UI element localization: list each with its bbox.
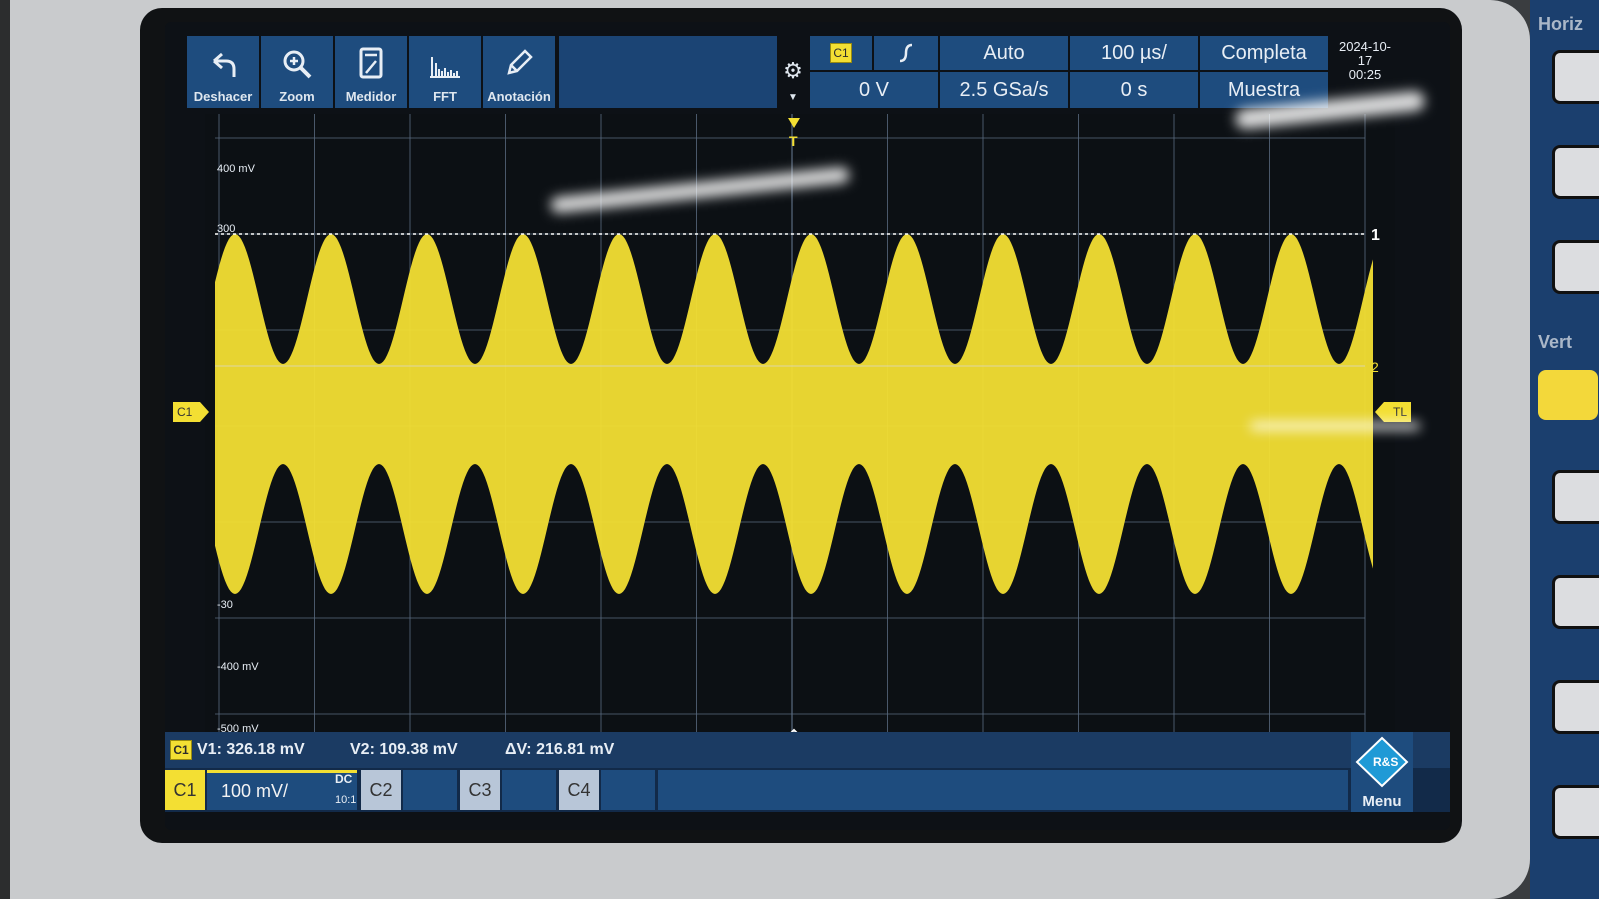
rising-edge-icon [899,43,913,63]
trigger-position-label: T [789,133,798,149]
waveform-plot[interactable]: -500 µs-400 µs-300 µs-200 µs-100 µs0 s10… [205,114,1395,744]
time-scale[interactable]: 100 µs/ [1070,36,1198,70]
measurement-source-badge: C1 [170,740,192,760]
trigger-mode[interactable]: Auto [940,36,1068,70]
cursor-v1-value: V1: 326.18 mV [197,741,305,758]
zoom-button[interactable]: Zoom [261,36,333,108]
date-text: 2024-10-17 [1338,39,1392,68]
hardware-button[interactable] [1552,785,1599,839]
cursor-2-label: 2 [1371,359,1379,375]
trigger-source-badge: C1 [830,43,852,63]
hardware-button[interactable] [1552,470,1599,524]
channel-1-coupling: DC [335,772,353,786]
cursor-measurement-bar: C1 V1: 326.18 mV V2: 109.38 mV ΔV: 216.8… [165,732,1450,768]
hardware-button[interactable] [1552,50,1599,104]
hardware-button[interactable] [1552,145,1599,199]
undo-label: Deshacer [193,89,253,104]
settings-gear-icon[interactable]: ⚙ [781,58,805,86]
meter-label: Medidor [345,89,397,104]
channel-4-scale[interactable] [601,770,655,810]
channel-1-offset-marker[interactable]: C1 [173,402,209,422]
trigger-slope-cell[interactable] [874,36,938,70]
rs-logo-icon: R&S [1355,736,1409,788]
toolbar: Deshacer Zoom Medidor FFT Anotación [187,36,557,110]
y-tick-label: 400 mV [217,163,256,175]
horizontal-label: Horiz [1538,14,1583,34]
cursor-delta-value: ΔV: 216.81 mV [505,741,615,758]
zoom-label: Zoom [279,89,315,104]
channel-2-scale[interactable] [403,770,457,810]
y-tick-label: -30 [217,599,233,611]
channel-4-tab[interactable]: C4 [559,770,599,810]
hardware-button[interactable] [1552,240,1599,294]
chevron-down-icon: ▼ [788,92,798,103]
fft-button[interactable]: FFT [409,36,481,108]
menu-button[interactable]: R&S Menu [1351,732,1413,812]
trigger-info-panel: C1 Auto 100 µs/ Completa 0 V 2.5 GSa/s 0… [810,36,1330,110]
channel-hardware-button[interactable] [1538,370,1598,420]
toolbar-spacer [559,36,777,108]
channel-2-tab[interactable]: C2 [361,770,401,810]
menu-label: Menu [1362,793,1402,810]
fft-icon [430,57,460,78]
channel-1-probe: 10:1 [335,794,357,806]
trigger-level[interactable]: 0 V [810,72,938,108]
hardware-button[interactable] [1552,575,1599,629]
acquisition-length[interactable]: Completa [1200,36,1328,70]
hardware-panel: Horiz Vert [1530,0,1599,899]
channel-1-tab[interactable]: C1 [165,770,205,810]
y-tick-label: -400 mV [217,661,259,673]
cursor-1-label: 1 [1371,227,1380,244]
channel-1-scale-text: 100 mV/ [221,781,289,801]
sample-rate[interactable]: 2.5 GSa/s [940,72,1068,108]
y-tick-label: 300 [217,223,235,235]
undo-button[interactable]: Deshacer [187,36,259,108]
channel-3-scale[interactable] [502,770,556,810]
screen-glare [1250,422,1420,430]
scope-screen: Deshacer Zoom Medidor FFT Anotación ⚙ ▼ … [165,22,1450,830]
undo-icon [213,52,236,77]
hardware-button[interactable] [1552,680,1599,734]
pencil-icon [507,49,533,75]
channel-3-tab[interactable]: C3 [460,770,500,810]
cursor-v2-value: V2: 109.38 mV [350,741,458,758]
datetime: 2024-10-17 00:25 [1333,40,1397,82]
svg-text:R&S: R&S [1373,755,1398,769]
meter-icon [359,47,383,79]
meter-button[interactable]: Medidor [335,36,407,108]
annotation-button[interactable]: Anotación [483,36,555,108]
fft-label: FFT [433,89,457,104]
channel-bar-spacer [658,770,1348,810]
time-text: 00:25 [1348,67,1382,82]
annotation-label: Anotación [487,89,551,104]
trigger-source-cell[interactable]: C1 [810,36,872,70]
channel-bar: C1 100 mV/ DC 10:1 C2 C3 C4 [165,768,1450,812]
vertical-label: Vert [1538,332,1573,352]
horizontal-position[interactable]: 0 s [1070,72,1198,108]
zoom-icon [283,50,312,79]
